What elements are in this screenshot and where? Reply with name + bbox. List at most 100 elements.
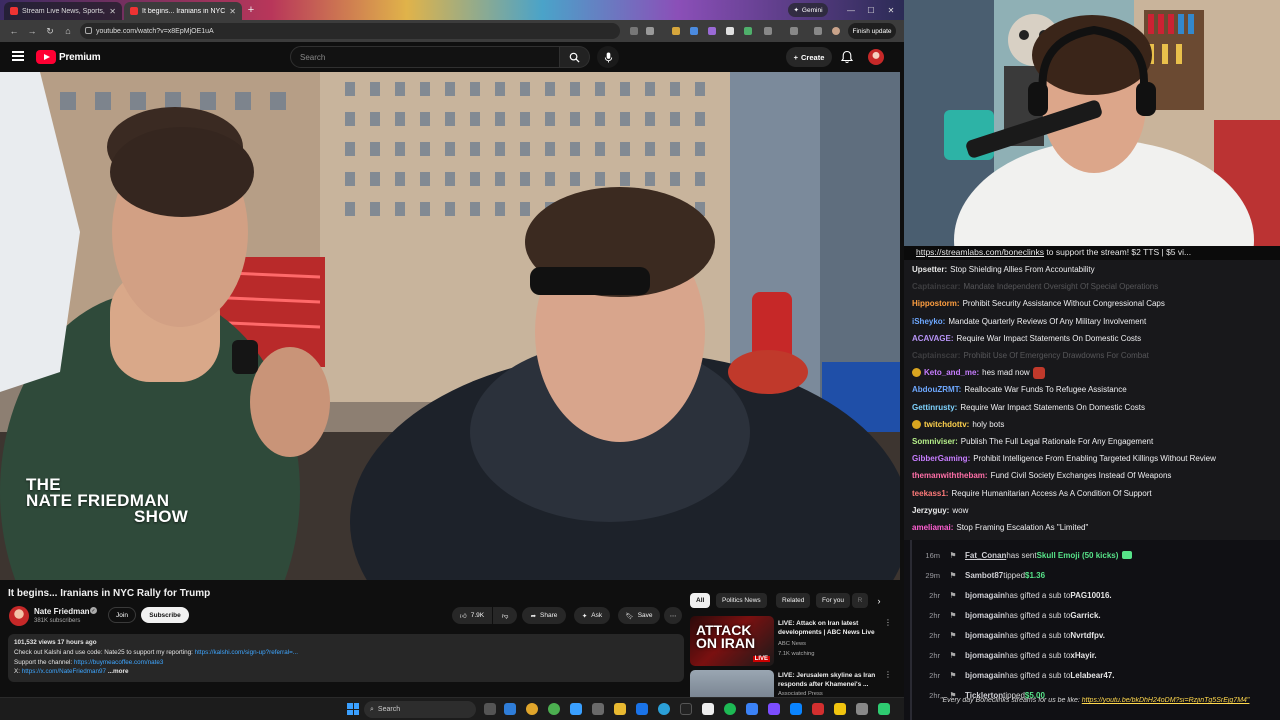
file-explorer-icon[interactable] — [614, 703, 626, 715]
sidebar-icon[interactable] — [790, 27, 798, 35]
app-icon[interactable] — [636, 703, 648, 715]
profile-avatar[interactable] — [832, 27, 840, 35]
gift-recipient[interactable]: xHayir. — [1070, 651, 1096, 660]
chat-username[interactable]: GibberGaming: — [912, 454, 970, 463]
more-vert-icon[interactable]: ⋮ — [884, 618, 892, 627]
back-icon[interactable]: ← — [6, 23, 22, 39]
event-user[interactable]: bjomagain — [965, 611, 1005, 620]
app-icon[interactable] — [746, 703, 758, 715]
address-bar[interactable]: youtube.com/watch?v=x8EpMjOE1uA — [80, 23, 620, 39]
chip-for-you[interactable]: For you — [816, 593, 851, 608]
buymeacoffee-link[interactable]: https://buymeacoffee.com/nate3 — [74, 659, 164, 666]
chat-username[interactable]: ACAVAGE: — [912, 334, 953, 343]
forward-icon[interactable]: → — [24, 23, 40, 39]
event-user[interactable]: bjomagain — [965, 591, 1005, 600]
extension-icon[interactable] — [708, 27, 716, 35]
new-tab-button[interactable]: + — [244, 3, 258, 17]
chip-all[interactable]: All — [690, 593, 711, 608]
extension-icon[interactable] — [726, 27, 734, 35]
app-icon[interactable] — [592, 703, 604, 715]
app-icon[interactable] — [768, 703, 780, 715]
voice-search-button[interactable] — [597, 46, 619, 68]
related-video-title[interactable]: LIVE: Jerusalem skyline as Iran responds… — [778, 672, 880, 689]
cast-icon[interactable] — [630, 27, 638, 35]
kalshi-link[interactable]: https://kalshi.com/sign-up?referral=... — [195, 649, 298, 656]
chip-politics-news[interactable]: Politics News — [716, 593, 767, 608]
related-video-title[interactable]: LIVE: Attack on Iran latest developments… — [778, 620, 880, 637]
gift-recipient[interactable]: PAG10016. — [1070, 591, 1111, 600]
event-user[interactable]: bjomagain — [965, 671, 1005, 680]
chat-username[interactable]: Upsetter: — [912, 265, 947, 274]
task-view-icon[interactable] — [484, 703, 496, 715]
site-info-icon[interactable] — [85, 27, 92, 34]
tab-stream-live-news[interactable]: Stream Live News, Sports, ✕ — [4, 2, 122, 20]
gemini-button[interactable]: ✦ Gemini — [788, 3, 828, 17]
tab-youtube-video[interactable]: It begins... Iranians in NYC ✕ — [124, 2, 242, 20]
chat-username[interactable]: Jerzyguy: — [912, 506, 949, 515]
chat-username[interactable]: Captainscar: — [912, 351, 960, 360]
ask-button[interactable]: ✦ Ask — [574, 607, 610, 624]
like-button[interactable]: 👍︎ 7.9K — [452, 607, 492, 624]
home-icon[interactable]: ⌂ — [60, 23, 76, 39]
search-input[interactable]: Search — [290, 46, 560, 68]
maximize-button[interactable]: ☐ — [862, 2, 880, 18]
menu-icon[interactable] — [12, 51, 24, 61]
close-window-button[interactable]: ✕ — [882, 2, 900, 18]
event-message-link[interactable]: https://youtu.be/bkDhH24oDM?si=RzjinTg5S… — [1082, 697, 1250, 704]
bookmark-star-icon[interactable] — [646, 27, 654, 35]
related-video-thumbnail[interactable]: ATTACK ON IRAN LIVE — [690, 616, 774, 666]
chip-truncated[interactable]: R — [852, 593, 868, 608]
app-icon[interactable] — [790, 703, 802, 715]
app-icon[interactable] — [702, 703, 714, 715]
app-icon[interactable] — [856, 703, 868, 715]
app-icon[interactable] — [680, 703, 692, 715]
taskbar-search[interactable]: ⌕ Search — [364, 701, 476, 718]
app-icon[interactable] — [834, 703, 846, 715]
gift-recipient[interactable]: Nvrtdfpv. — [1070, 631, 1105, 640]
extensions-puzzle-icon[interactable] — [764, 27, 772, 35]
close-tab-icon[interactable]: ✕ — [229, 7, 236, 16]
chat-username[interactable]: AbdouZRMT: — [912, 385, 961, 394]
chat-username[interactable]: Captainscar: — [912, 282, 960, 291]
app-icon[interactable] — [504, 703, 516, 715]
chat-username[interactable]: Hippostorm: — [912, 299, 960, 308]
app-icon[interactable] — [878, 703, 890, 715]
more-actions-icon[interactable]: ⋯ — [664, 607, 682, 624]
event-user[interactable]: bjomagain — [965, 651, 1005, 660]
app-icon[interactable] — [570, 703, 582, 715]
account-avatar[interactable] — [868, 49, 884, 65]
chat-username[interactable]: Keto_and_me: — [924, 368, 979, 377]
extension-icon[interactable] — [744, 27, 752, 35]
more-vert-icon[interactable]: ⋮ — [884, 670, 892, 679]
save-button[interactable]: 🔖︎ Save — [618, 607, 660, 624]
search-button[interactable] — [560, 46, 590, 68]
chat-username[interactable]: ameliamai: — [912, 523, 953, 532]
create-button[interactable]: + Create — [786, 47, 832, 67]
chat-username[interactable]: Somniviser: — [912, 437, 958, 446]
share-button[interactable]: ➦ Share — [522, 607, 566, 624]
subscribe-button[interactable]: Subscribe — [141, 607, 189, 623]
join-button[interactable]: Join — [108, 607, 136, 623]
video-player[interactable]: THE NATE FRIEDMAN SHOW — [0, 72, 900, 580]
gift-recipient[interactable]: Lelabear47. — [1070, 671, 1114, 680]
chat-username[interactable]: twitchdottv: — [924, 420, 969, 429]
show-more-link[interactable]: ...more — [108, 668, 129, 675]
chat-username[interactable]: themanwiththebam: — [912, 471, 988, 480]
channel-name[interactable]: Nate Friedman — [34, 607, 90, 616]
chevron-right-icon[interactable]: › — [872, 594, 886, 608]
channel-avatar[interactable] — [9, 606, 29, 626]
close-tab-icon[interactable]: ✕ — [109, 7, 116, 16]
dislike-button[interactable]: 👎︎ — [493, 607, 517, 624]
chrome-icon[interactable] — [526, 703, 538, 715]
reload-icon[interactable]: ↻ — [42, 23, 58, 39]
finish-update-button[interactable]: Finish update — [848, 23, 896, 39]
youtube-logo[interactable]: Premium — [36, 50, 101, 64]
chip-related[interactable]: Related — [776, 593, 811, 608]
edge-icon[interactable] — [658, 703, 670, 715]
event-user[interactable]: bjomagain — [965, 631, 1005, 640]
app-icon[interactable] — [812, 703, 824, 715]
extension-icon[interactable] — [672, 27, 680, 35]
minimize-button[interactable]: — — [842, 2, 860, 18]
video-description[interactable]: 101,532 views 17 hours ago Check out Kal… — [8, 634, 684, 682]
spotify-icon[interactable] — [724, 703, 736, 715]
